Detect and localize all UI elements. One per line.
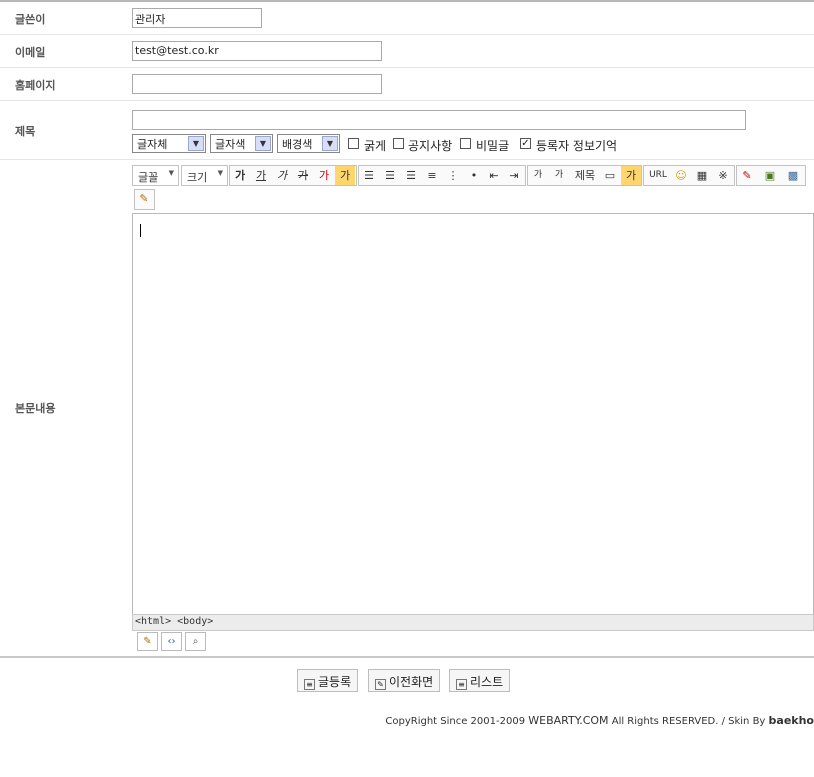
font-dropdown[interactable]: 글꼴 ▼ bbox=[132, 165, 179, 186]
font-select-value: 글자체 bbox=[137, 138, 168, 151]
author-row: 글쓴이 관리자 bbox=[0, 2, 814, 35]
document-icon: ≡ bbox=[304, 679, 315, 690]
edit-icon: ✎ bbox=[375, 679, 386, 690]
forecolor-button[interactable]: 가 bbox=[314, 166, 334, 185]
bullet-list-icon[interactable]: • bbox=[464, 166, 484, 185]
notice-checkbox[interactable] bbox=[393, 138, 404, 149]
emoticon-icon[interactable]: ☺ bbox=[671, 166, 691, 185]
homepage-label: 홈페이지 bbox=[15, 79, 56, 92]
email-row: 이메일 test@test.co.kr bbox=[0, 35, 814, 68]
email-input[interactable]: test@test.co.kr bbox=[132, 41, 382, 61]
table-icon[interactable]: ▦ bbox=[692, 166, 712, 185]
body-label: 본문내용 bbox=[15, 402, 56, 415]
special-char-button[interactable]: ※ bbox=[713, 166, 733, 185]
preview-mode-icon[interactable]: ⌕ bbox=[185, 632, 206, 651]
image-icon[interactable]: ▩ bbox=[783, 166, 803, 185]
footer: CopyRight Since 2001-2009 WEBARTY.COM Al… bbox=[385, 714, 814, 727]
submit-button[interactable]: ≡ 글등록 bbox=[297, 669, 359, 692]
edit-pencil-icon[interactable]: ✎ bbox=[134, 189, 154, 208]
bold-checkbox-label: 굵게 bbox=[364, 139, 387, 153]
homepage-row: 홈페이지 bbox=[0, 68, 814, 101]
flash-icon[interactable]: ✎ bbox=[737, 166, 757, 185]
italic-button[interactable]: 가 bbox=[272, 166, 292, 185]
caret-down-icon: ▼ bbox=[217, 169, 223, 177]
secret-checkbox[interactable] bbox=[460, 138, 471, 149]
subscript-button[interactable]: 가 bbox=[549, 166, 569, 185]
notice-checkbox-label: 공지사항 bbox=[408, 139, 453, 153]
back-button[interactable]: ✎ 이전화면 bbox=[368, 669, 441, 692]
list-icon: ≡ bbox=[456, 679, 467, 690]
underline-button[interactable]: 가 bbox=[251, 166, 271, 185]
font-select[interactable]: 글자체 ▼ bbox=[132, 134, 206, 153]
secret-checkbox-label: 비밀글 bbox=[476, 139, 510, 153]
superscript-button[interactable]: 가 bbox=[528, 166, 548, 185]
chevron-down-icon: ▼ bbox=[188, 136, 204, 151]
footer-brand: WEBARTY.COM bbox=[528, 714, 609, 727]
list-button-label: 리스트 bbox=[470, 675, 504, 689]
author-label: 글쓴이 bbox=[15, 13, 46, 26]
email-label: 이메일 bbox=[15, 46, 46, 59]
footer-copyright: CopyRight Since 2001-2009 bbox=[385, 716, 526, 727]
chevron-down-icon: ▼ bbox=[322, 136, 338, 151]
indent-icon[interactable]: ⇥ bbox=[504, 166, 524, 185]
size-dropdown[interactable]: 크기 ▼ bbox=[181, 165, 228, 186]
color-select-value: 글자색 bbox=[215, 138, 246, 151]
align-left-icon[interactable]: ☰ bbox=[359, 166, 379, 185]
back-button-label: 이전화면 bbox=[389, 675, 434, 689]
url-button[interactable]: URL bbox=[645, 166, 671, 185]
remember-checkbox-label: 등록자 정보기억 bbox=[536, 139, 618, 153]
editor-status-bar: <html> <body> bbox=[132, 614, 814, 631]
image-edit-icon[interactable]: ▣ bbox=[760, 166, 780, 185]
align-justify-icon[interactable]: ≡ bbox=[422, 166, 442, 185]
html-mode-icon[interactable]: ‹› bbox=[161, 632, 182, 651]
edit-mode-icon[interactable]: ✎ bbox=[137, 632, 158, 651]
numbered-list-icon[interactable]: ⋮ bbox=[443, 166, 463, 185]
list-button[interactable]: ≡ 리스트 bbox=[449, 669, 511, 692]
subject-label: 제목 bbox=[15, 125, 36, 138]
footer-skin-author: baekho bbox=[768, 714, 814, 727]
subject-input[interactable] bbox=[132, 110, 746, 130]
title-button[interactable]: 제목 bbox=[570, 166, 600, 185]
submit-button-label: 글등록 bbox=[318, 675, 352, 689]
align-center-icon[interactable]: ☰ bbox=[380, 166, 400, 185]
bgcolor-select[interactable]: 배경색 ▼ bbox=[277, 134, 340, 153]
subject-row: 제목 bbox=[0, 101, 814, 160]
homepage-input[interactable] bbox=[132, 74, 382, 94]
bold-button[interactable]: 가 bbox=[230, 166, 250, 185]
caret-down-icon: ▼ bbox=[168, 169, 174, 177]
bgcolor-button[interactable]: 가 bbox=[335, 166, 355, 185]
bgcolor-select-value: 배경색 bbox=[282, 138, 313, 151]
text-caret bbox=[140, 224, 141, 237]
outdent-icon[interactable]: ⇤ bbox=[484, 166, 504, 185]
editor-area[interactable] bbox=[132, 213, 814, 615]
color-select[interactable]: 글자색 ▼ bbox=[210, 134, 273, 153]
bold-checkbox[interactable] bbox=[348, 138, 359, 149]
remember-checkbox[interactable]: ✓ bbox=[520, 138, 531, 149]
strikethrough-button[interactable]: 가 bbox=[293, 166, 313, 185]
chevron-down-icon: ▼ bbox=[255, 136, 271, 151]
highlight-button[interactable]: 가 bbox=[621, 166, 641, 185]
font-dropdown-label: 글꼴 bbox=[138, 171, 159, 184]
size-dropdown-label: 크기 bbox=[187, 171, 208, 184]
footer-rights: All Rights RESERVED. / Skin By bbox=[611, 716, 766, 727]
box-icon[interactable]: ▭ bbox=[600, 166, 620, 185]
align-right-icon[interactable]: ☰ bbox=[401, 166, 421, 185]
author-input[interactable]: 관리자 bbox=[132, 8, 262, 28]
